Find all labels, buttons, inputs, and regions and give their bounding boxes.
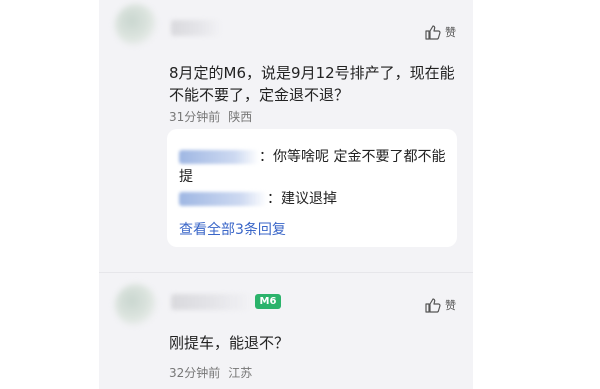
reply-username[interactable]	[179, 150, 259, 164]
divider	[99, 272, 473, 273]
comment-meta: 31分钟前 陕西	[169, 108, 252, 125]
reply-text: ：建议退掉	[267, 191, 337, 207]
username[interactable]	[171, 20, 221, 36]
right-margin	[473, 0, 600, 389]
comment-time: 31分钟前	[169, 110, 221, 124]
view-all-replies-link[interactable]: 查看全部3条回复	[179, 219, 286, 239]
reply-item[interactable]: ：你等啥呢 定金不要了都不能提	[179, 147, 449, 187]
avatar[interactable]	[115, 4, 157, 46]
thumbs-up-icon	[425, 297, 441, 313]
like-button[interactable]: 赞	[425, 24, 456, 40]
reply-item[interactable]: ：建议退掉	[179, 189, 449, 209]
like-button[interactable]: 赞	[425, 297, 456, 313]
reply-card: ：你等啥呢 定金不要了都不能提 ：建议退掉 查看全部3条回复	[167, 129, 457, 247]
comment-meta: 32分钟前 江苏	[169, 364, 252, 381]
comment-panel: 赞 8月定的M6，说是9月12号排产了，现在能不能不要了，定金退不退？ 31分钟…	[99, 0, 473, 389]
comment-text: 刚提车，能退不？	[169, 334, 290, 352]
like-label: 赞	[445, 299, 456, 312]
comment-location: 陕西	[228, 110, 253, 124]
comment-time: 32分钟前	[169, 366, 221, 380]
comment-location: 江苏	[228, 366, 253, 380]
like-label: 赞	[445, 26, 456, 39]
left-margin	[0, 0, 99, 389]
comment-text: 8月定的M6，说是9月12号排产了，现在能不能不要了，定金退不退？	[169, 64, 455, 104]
thumbs-up-icon	[425, 24, 441, 40]
reply-username[interactable]	[179, 192, 267, 206]
username[interactable]	[171, 294, 251, 310]
model-badge: M6	[255, 294, 281, 309]
avatar[interactable]	[115, 284, 157, 326]
